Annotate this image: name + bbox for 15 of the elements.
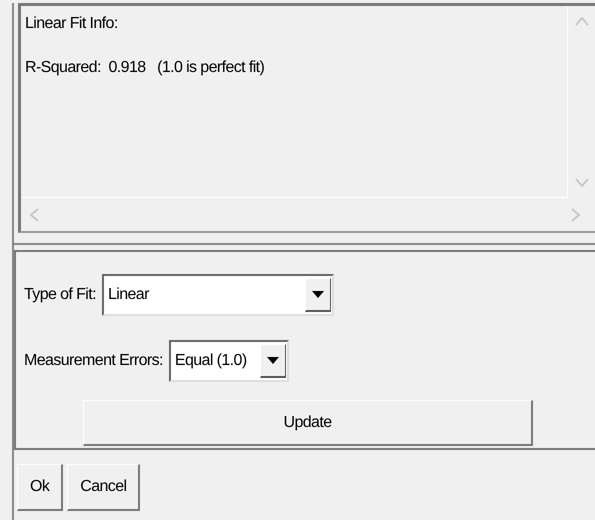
ok-button[interactable]: Ok bbox=[17, 464, 64, 511]
dropdown-arrow-icon[interactable] bbox=[312, 291, 324, 298]
scroll-right-icon[interactable] bbox=[570, 208, 581, 222]
dropdown[interactable]: Equal (1.0) bbox=[168, 340, 289, 382]
info-text-line: Linear Fit Info: bbox=[25, 14, 118, 34]
cancel-button[interactable]: Cancel bbox=[67, 464, 140, 511]
scroll-up-icon[interactable] bbox=[574, 16, 588, 27]
info-text-line: R-Squared: 0.918 (1.0 is perfect fit) bbox=[25, 58, 264, 78]
field-label: Measurement Errors: bbox=[24, 351, 163, 371]
field-label: Type of Fit: bbox=[24, 285, 96, 305]
scroll-down-icon[interactable] bbox=[574, 177, 588, 188]
scroll-left-icon[interactable] bbox=[29, 208, 40, 222]
update-button[interactable]: Update bbox=[83, 400, 533, 446]
dropdown-arrow-icon[interactable] bbox=[266, 357, 279, 364]
dropdown[interactable]: Linear bbox=[102, 274, 334, 316]
